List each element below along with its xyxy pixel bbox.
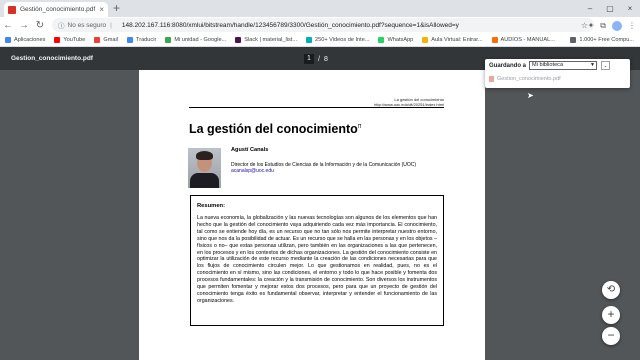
bookmark-favicon-icon (54, 37, 61, 43)
toolbar-right: ✦ ⧉ ⋮ (588, 17, 636, 34)
bookmark-favicon-icon (378, 37, 385, 43)
abstract-box: Resumen: La nueva economía, la globaliza… (190, 195, 444, 326)
pdf-page: La gestión del conocimiento http://www.u… (139, 70, 485, 360)
maximize-button[interactable]: ▢ (600, 0, 620, 17)
pdf-favicon-icon (8, 5, 16, 14)
bookmark-item[interactable]: Gmail (94, 37, 118, 43)
tab-close-icon[interactable]: × (99, 5, 104, 14)
select-caret-icon: ▼ (590, 62, 595, 68)
saving-to-label: Guardando a (489, 63, 527, 69)
minimize-button[interactable]: – (580, 0, 600, 17)
bookmark-item[interactable]: Aula Virtual: Entrar... (422, 37, 483, 43)
zoom-in-button[interactable]: + (602, 306, 620, 324)
bookmark-label: WhatsApp (387, 37, 414, 43)
bookmark-favicon-icon (94, 37, 101, 43)
document-title-text: La gestión del conocimiento (189, 122, 358, 136)
save-to-library-popup: Guardando a Mi biblioteca ▼ ⌄ Gestion_co… (485, 59, 630, 88)
profile-avatar[interactable] (612, 20, 622, 31)
library-select[interactable]: Mi biblioteca ▼ (529, 61, 597, 70)
forward-button[interactable]: → (16, 20, 32, 31)
bookmark-label: Slack | material_list... (244, 37, 297, 43)
abstract-title: Resumen: (197, 203, 226, 209)
pdf-filename: Gestion_conocimiento.pdf (11, 55, 93, 62)
bookmark-favicon-icon (422, 37, 429, 43)
header-rule (189, 107, 444, 108)
bookmark-label: Gmail (103, 37, 118, 43)
bookmark-item[interactable]: WhatsApp (378, 37, 413, 43)
info-icon[interactable]: ⓘ (58, 20, 65, 30)
page-selector: 1 / 8 (304, 54, 328, 64)
pdf-file-icon (489, 76, 494, 82)
bookmark-item[interactable]: Traducir (127, 37, 156, 43)
bookmark-label: Aula Virtual: Entrar... (431, 37, 483, 43)
bookmark-item[interactable]: Aplicaciones (5, 37, 45, 43)
bookmark-label: 250+ Videos de Inte... (315, 37, 370, 43)
bookmark-favicon-icon (235, 37, 242, 43)
bookmark-label: 1.000+ Free Compu... (579, 37, 634, 43)
current-page-input[interactable]: 1 (304, 54, 314, 64)
bookmark-label: YouTube (63, 37, 86, 43)
title-footnote-mark: Π (357, 123, 362, 130)
page-header: La gestión del conocimiento http://www.u… (374, 97, 444, 107)
mouse-cursor-icon: ➤ (527, 91, 534, 100)
saving-item-label: Gestion_conocimiento.pdf (497, 76, 561, 82)
bookmark-label: Aplicaciones (14, 37, 46, 43)
bookmark-favicon-icon (306, 37, 312, 43)
total-pages: 8 (323, 55, 328, 63)
library-select-value: Mi biblioteca (532, 62, 564, 68)
zoom-out-button[interactable]: − (602, 327, 620, 345)
new-tab-button[interactable]: + (113, 1, 120, 15)
author-email-link[interactable]: acanalsp@uoc.edu (231, 168, 274, 174)
back-button[interactable]: ← (0, 20, 16, 31)
address-bar[interactable]: ⓘ No es seguro | 148.202.167.116:8080/xm… (52, 18, 594, 32)
bookmark-item[interactable]: Slack | material_list... (235, 37, 297, 43)
bookmark-favicon-icon (491, 37, 498, 43)
bookmark-label: Mi unidad - Google... (174, 37, 227, 43)
omnibox-divider: | (110, 21, 112, 29)
puzzle-extensions-icon[interactable]: ⧉ (600, 21, 606, 31)
bookmark-label: Traducir (136, 37, 157, 43)
tab-strip: Gestión_conocimiento.pdf × + – ▢ × (0, 0, 640, 17)
browser-toolbar: ← → ↻ ⓘ No es seguro | 148.202.167.116:8… (0, 17, 640, 34)
fit-page-button[interactable]: ⟲ (602, 281, 620, 299)
close-window-button[interactable]: × (620, 0, 640, 17)
bookmark-item[interactable]: 250+ Videos de Inte... (306, 37, 369, 43)
bookmark-favicon-icon (5, 37, 11, 43)
bookmark-item[interactable]: YouTube (54, 37, 85, 43)
bookmark-item[interactable]: 1.000+ Free Compu... (570, 37, 634, 43)
reload-button[interactable]: ↻ (32, 20, 48, 31)
extension-icon[interactable]: ✦ (588, 21, 595, 30)
window-controls: – ▢ × (580, 0, 640, 17)
bookmark-item[interactable]: Mi unidad - Google... (165, 37, 226, 43)
author-photo (188, 148, 221, 188)
bookmark-item[interactable]: AUDIOS - MANUAL... (491, 37, 555, 43)
security-label: No es seguro (67, 21, 107, 29)
document-title: La gestión del conocimientoΠ (189, 122, 361, 136)
menu-kebab-icon[interactable]: ⋮ (628, 21, 636, 30)
tab-pdf[interactable]: Gestión_conocimiento.pdf × (4, 2, 108, 17)
expand-chevron-icon[interactable]: ⌄ (601, 61, 610, 70)
bookmark-label: AUDIOS - MANUAL... (500, 37, 555, 43)
saving-item: Gestion_conocimiento.pdf (489, 76, 561, 82)
bookmark-favicon-icon (165, 37, 172, 43)
author-name: Agustí Canals (231, 147, 269, 153)
page-separator: / (318, 55, 320, 63)
bookmark-favicon-icon (570, 37, 577, 43)
url-text[interactable]: 148.202.167.116:8080/xmlui/bitstream/han… (122, 22, 459, 29)
bookmark-favicon-icon (127, 37, 133, 43)
abstract-text: La nueva economía, la globalización y la… (197, 215, 437, 304)
bookmarks-bar: Aplicaciones YouTube Gmail Traducir Mi unida… (0, 34, 640, 47)
tab-title: Gestión_conocimiento.pdf (20, 6, 96, 13)
